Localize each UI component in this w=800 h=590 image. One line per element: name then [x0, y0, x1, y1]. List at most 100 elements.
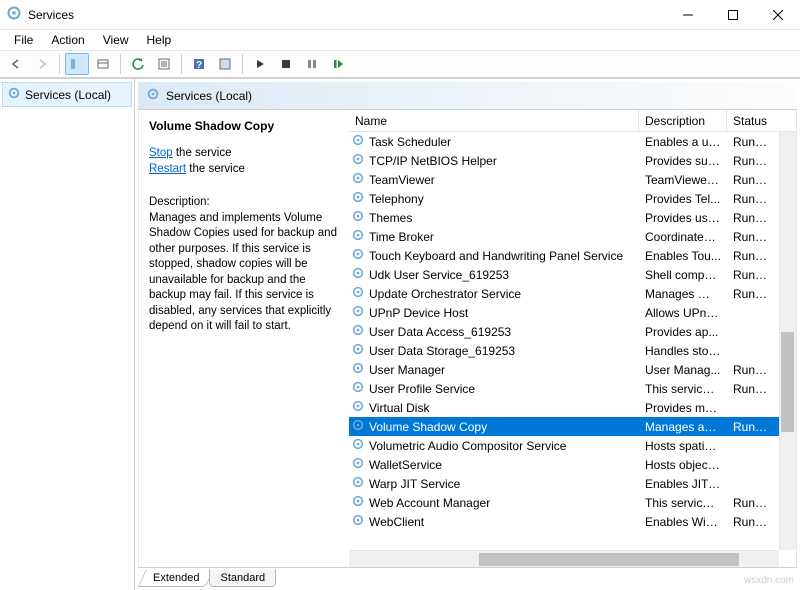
- vertical-scrollbar-thumb[interactable]: [781, 332, 794, 432]
- maximize-button[interactable]: [710, 0, 755, 30]
- pause-service-button[interactable]: [300, 53, 324, 75]
- service-row[interactable]: User Data Storage_619253 Handles stor...: [349, 341, 796, 360]
- service-status: Running: [727, 268, 779, 282]
- tab-standard[interactable]: Standard: [209, 569, 276, 587]
- service-row[interactable]: Volume Shadow CopyManages an...Running: [349, 417, 796, 436]
- restart-link[interactable]: Restart: [149, 163, 186, 175]
- service-gear-icon: [351, 152, 365, 169]
- restart-service-button[interactable]: [326, 53, 350, 75]
- service-row[interactable]: ThemesProvides use...Running: [349, 208, 796, 227]
- minimize-button[interactable]: [665, 0, 710, 30]
- forward-button[interactable]: [30, 53, 54, 75]
- service-description: TeamViewer ...: [639, 173, 727, 187]
- menu-view[interactable]: View: [95, 31, 137, 49]
- service-row[interactable]: User Profile ServiceThis service i...Run…: [349, 379, 796, 398]
- service-gear-icon: [351, 399, 365, 416]
- vertical-scrollbar[interactable]: [779, 132, 796, 550]
- service-row[interactable]: WebClientEnables Win...Running: [349, 512, 796, 531]
- menu-help[interactable]: Help: [139, 31, 180, 49]
- service-gear-icon: [351, 494, 365, 511]
- toolbar-separator: [59, 54, 60, 74]
- service-gear-icon: [351, 304, 365, 321]
- service-row[interactable]: User Data Access_619253Provides ap...: [349, 322, 796, 341]
- services-app-icon: [6, 5, 22, 24]
- service-row[interactable]: Volumetric Audio Compositor ServiceHosts…: [349, 436, 796, 455]
- stop-suffix: the service: [173, 147, 232, 159]
- service-row[interactable]: Warp JIT ServiceEnables JIT c...: [349, 474, 796, 493]
- toolbar: ?: [0, 50, 800, 78]
- service-row[interactable]: UPnP Device HostAllows UPnP ...: [349, 303, 796, 322]
- service-gear-icon: [351, 247, 365, 264]
- window-title: Services: [28, 8, 74, 22]
- service-row[interactable]: Touch Keyboard and Handwriting Panel Ser…: [349, 246, 796, 265]
- service-gear-icon: [351, 323, 365, 340]
- column-header-name[interactable]: Name: [349, 110, 639, 131]
- service-description: Provides ma...: [639, 401, 727, 415]
- help-button[interactable]: ?: [187, 53, 211, 75]
- service-description: Coordinates ...: [639, 230, 727, 244]
- service-row[interactable]: User ManagerUser Manag...Running: [349, 360, 796, 379]
- service-name: Volumetric Audio Compositor Service: [369, 439, 566, 453]
- column-header-description[interactable]: Description: [639, 110, 727, 131]
- service-row[interactable]: Time BrokerCoordinates ...Running: [349, 227, 796, 246]
- service-gear-icon: [351, 418, 365, 435]
- tab-extended[interactable]: Extended: [138, 569, 215, 587]
- workspace: Services (Local) Services (Local) Volume…: [0, 78, 800, 590]
- service-description: Provides ap...: [639, 325, 727, 339]
- back-button[interactable]: [4, 53, 28, 75]
- horizontal-scrollbar[interactable]: [349, 550, 779, 567]
- service-status: Running: [727, 496, 779, 510]
- status-button[interactable]: [213, 53, 237, 75]
- service-status: Running: [727, 211, 779, 225]
- show-hide-tree-button[interactable]: [65, 53, 89, 75]
- service-gear-icon: [351, 285, 365, 302]
- service-status: Running: [727, 420, 779, 434]
- service-name: Volume Shadow Copy: [369, 420, 487, 434]
- service-description: Manages Wi...: [639, 287, 727, 301]
- stop-link[interactable]: Stop: [149, 147, 173, 159]
- tree-item-services-local[interactable]: Services (Local): [2, 82, 132, 107]
- properties-button[interactable]: [152, 53, 176, 75]
- service-row[interactable]: TelephonyProvides Tel...Running: [349, 189, 796, 208]
- stop-service-button[interactable]: [274, 53, 298, 75]
- service-name: Time Broker: [369, 230, 434, 244]
- refresh-button[interactable]: [126, 53, 150, 75]
- service-row[interactable]: TCP/IP NetBIOS HelperProvides sup...Runn…: [349, 151, 796, 170]
- column-header-status[interactable]: Status: [727, 110, 779, 131]
- close-button[interactable]: [755, 0, 800, 30]
- service-row[interactable]: WalletServiceHosts object...: [349, 455, 796, 474]
- service-name: WalletService: [369, 458, 442, 472]
- description-label: Description:: [149, 195, 339, 211]
- toolbar-separator: [242, 54, 243, 74]
- service-row[interactable]: TeamViewerTeamViewer ...Running: [349, 170, 796, 189]
- service-name: Touch Keyboard and Handwriting Panel Ser…: [369, 249, 623, 263]
- service-name: Telephony: [369, 192, 424, 206]
- service-row[interactable]: Udk User Service_619253Shell compo...Run…: [349, 265, 796, 284]
- service-description: Enables JIT c...: [639, 477, 727, 491]
- service-name: Task Scheduler: [369, 135, 451, 149]
- menu-file[interactable]: File: [6, 31, 41, 49]
- services-icon: [7, 86, 21, 103]
- service-description: Handles stor...: [639, 344, 727, 358]
- service-row[interactable]: Update Orchestrator ServiceManages Wi...…: [349, 284, 796, 303]
- detail-pane: Volume Shadow Copy Stop the service Rest…: [139, 110, 349, 567]
- export-list-button[interactable]: [91, 53, 115, 75]
- service-description: Provides Tel...: [639, 192, 727, 206]
- service-status: Running: [727, 382, 779, 396]
- service-description: Provides use...: [639, 211, 727, 225]
- service-row[interactable]: Virtual DiskProvides ma...: [349, 398, 796, 417]
- service-row[interactable]: Web Account ManagerThis service i...Runn…: [349, 493, 796, 512]
- watermark: wsxdn.com: [744, 575, 794, 586]
- horizontal-scrollbar-thumb[interactable]: [479, 553, 739, 566]
- service-gear-icon: [351, 380, 365, 397]
- titlebar: Services: [0, 0, 800, 30]
- service-row[interactable]: Task SchedulerEnables a us...Running: [349, 132, 796, 151]
- service-name: User Data Storage_619253: [369, 344, 515, 358]
- service-gear-icon: [351, 342, 365, 359]
- services-icon: [146, 87, 160, 104]
- service-gear-icon: [351, 133, 365, 150]
- start-service-button[interactable]: [248, 53, 272, 75]
- menu-action[interactable]: Action: [43, 31, 92, 49]
- service-status: Running: [727, 363, 779, 377]
- service-status: Running: [727, 154, 779, 168]
